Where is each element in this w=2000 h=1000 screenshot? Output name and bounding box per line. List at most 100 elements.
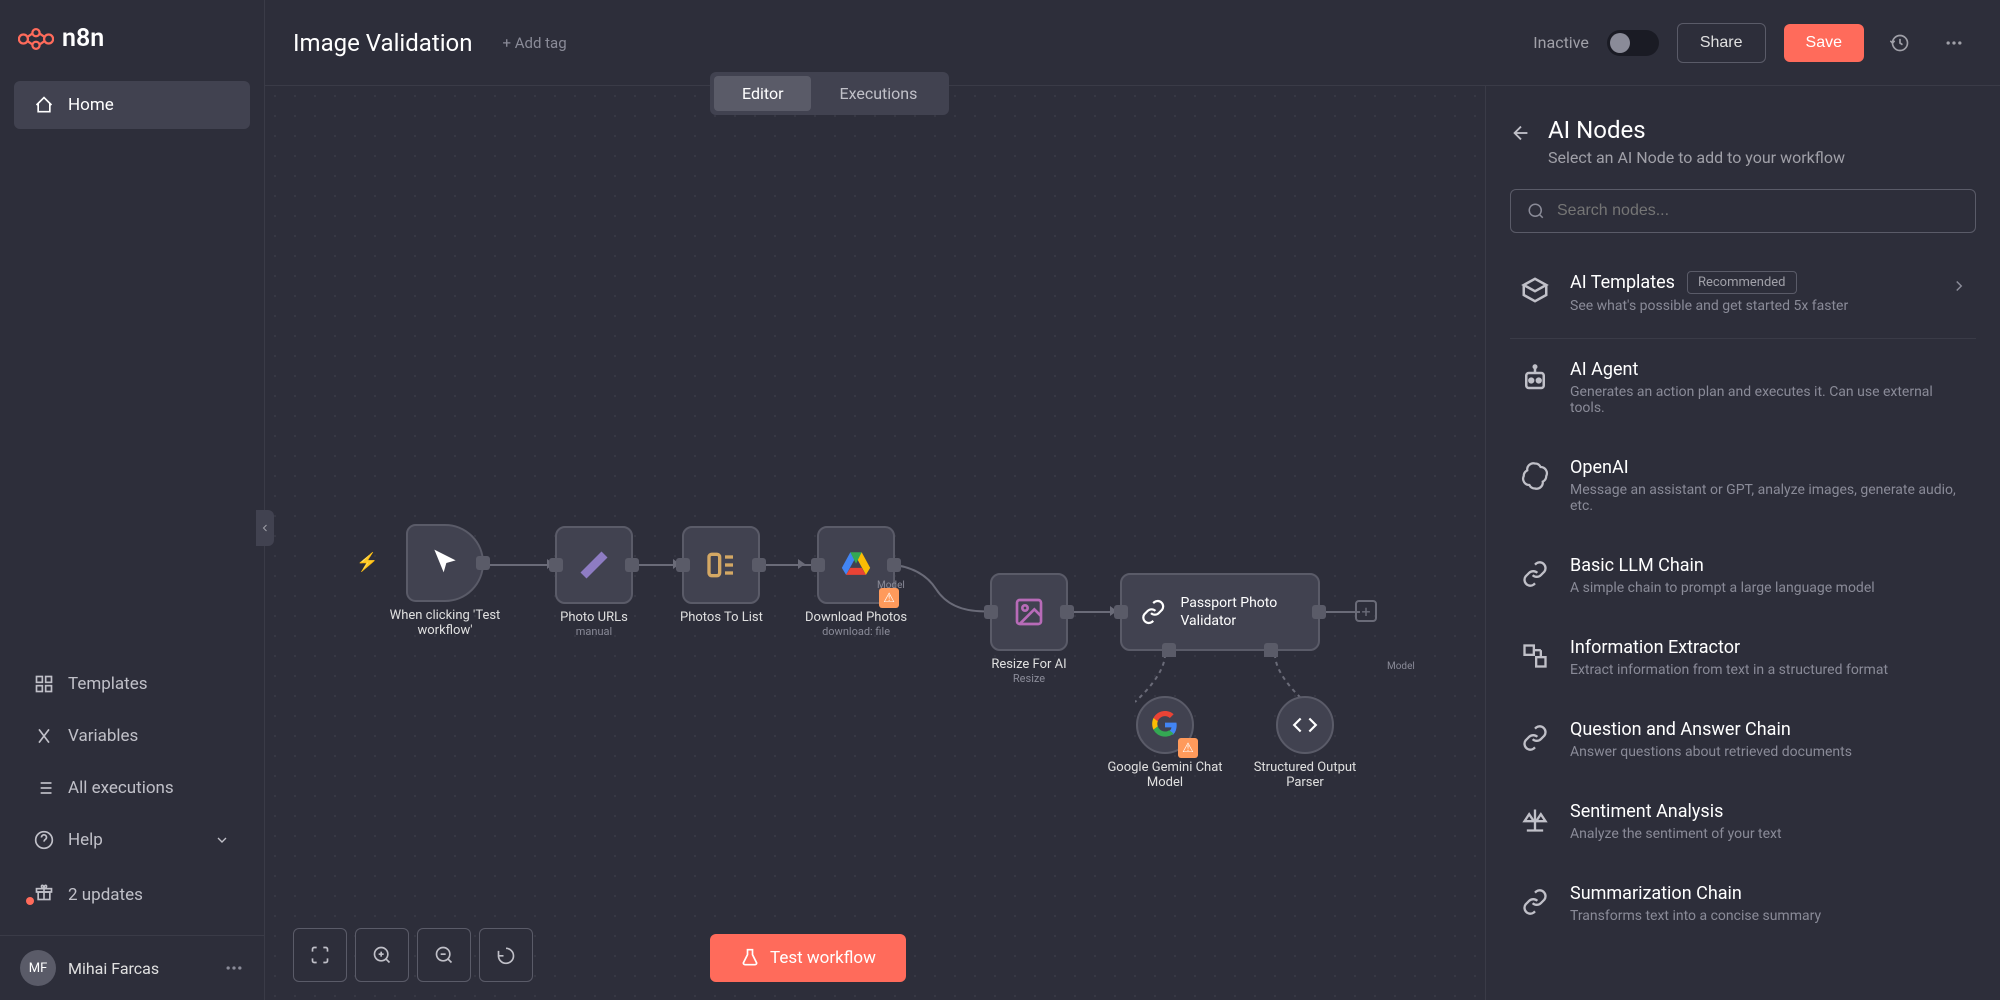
chain-icon: [1140, 597, 1166, 627]
item-title: Question and Answer Chain: [1570, 719, 1791, 740]
node-photos-list[interactable]: Photos To List: [680, 526, 763, 625]
panel-title: AI Nodes: [1548, 116, 1845, 144]
item-desc: Answer questions about retrieved documen…: [1570, 744, 1968, 760]
sidebar-label: Templates: [68, 674, 148, 694]
share-button[interactable]: Share: [1677, 23, 1766, 63]
node-item-summarization[interactable]: Summarization Chain Transforms text into…: [1510, 863, 1976, 945]
history-button[interactable]: [1882, 25, 1918, 61]
status-label: Inactive: [1533, 33, 1589, 52]
test-workflow-button[interactable]: Test workflow: [710, 934, 906, 982]
extract-icon: [1521, 642, 1549, 670]
sidebar-item-help[interactable]: Help: [14, 816, 250, 864]
node-item-basic-llm[interactable]: Basic LLM Chain A simple chain to prompt…: [1510, 535, 1976, 617]
sidebar-item-home[interactable]: Home: [14, 81, 250, 129]
workflow-canvas[interactable]: + ⚡ When clicking 'Test workflow' Photo …: [265, 86, 1485, 1000]
add-tag-button[interactable]: + Add tag: [502, 34, 566, 52]
sidebar-label: Help: [68, 830, 103, 850]
sidebar-label: All executions: [68, 778, 174, 798]
panel-subtitle: Select an AI Node to add to your workflo…: [1548, 148, 1845, 167]
n8n-logo-icon: [18, 25, 54, 53]
search-icon: [1527, 202, 1545, 220]
node-gemini[interactable]: ⚠ Google Gemini Chat Model: [1100, 696, 1230, 790]
port-label: Model: [877, 580, 905, 591]
item-title: Sentiment Analysis: [1570, 801, 1723, 822]
arrow-left-icon: [1510, 122, 1532, 144]
node-item-info-extractor[interactable]: Information Extractor Extract informatio…: [1510, 617, 1976, 699]
node-resize[interactable]: Resize For AI Resize: [990, 573, 1068, 685]
item-title: Information Extractor: [1570, 637, 1740, 658]
tab-editor[interactable]: Editor: [714, 76, 811, 111]
more-icon: [1944, 33, 1964, 53]
chevron-left-icon: [259, 522, 271, 534]
help-icon: [34, 830, 54, 850]
item-desc: Message an assistant or GPT, analyze ima…: [1570, 482, 1968, 514]
save-button[interactable]: Save: [1784, 24, 1864, 62]
node-label: Resize For AI: [991, 657, 1066, 672]
active-toggle[interactable]: [1607, 30, 1659, 56]
tab-executions[interactable]: Executions: [811, 76, 945, 111]
more-icon[interactable]: [224, 958, 244, 978]
sidebar-item-executions[interactable]: All executions: [14, 764, 250, 812]
view-tabs: Editor Executions: [710, 72, 949, 115]
node-trigger[interactable]: ⚡ When clicking 'Test workflow': [380, 524, 510, 638]
robot-icon: [1520, 363, 1550, 393]
sidebar-label: Variables: [68, 726, 138, 746]
chain-icon: [1521, 724, 1549, 752]
node-item-sentiment[interactable]: Sentiment Analysis Analyze the sentiment…: [1510, 781, 1976, 863]
sidebar-item-variables[interactable]: Variables: [14, 712, 250, 760]
user-row[interactable]: MF Mihai Farcas: [0, 935, 264, 1000]
node-item-openai[interactable]: OpenAI Message an assistant or GPT, anal…: [1510, 437, 1976, 535]
canvas-controls: [293, 928, 533, 982]
variables-icon: [34, 726, 54, 746]
item-title: AI Agent: [1570, 359, 1638, 380]
node-label: Photo URLs: [560, 610, 628, 625]
node-item-ai-templates[interactable]: AI Templates Recommended See what's poss…: [1510, 251, 1976, 339]
chevron-down-icon: [214, 832, 230, 848]
node-label: Google Gemini Chat Model: [1100, 760, 1230, 790]
node-validator[interactable]: Passport Photo Validator Model: [1120, 573, 1320, 651]
notification-dot: [26, 897, 34, 905]
list-icon: [34, 778, 54, 798]
split-icon: [705, 549, 737, 581]
expand-icon: [310, 945, 330, 965]
node-item-ai-agent[interactable]: AI Agent Generates an action plan and ex…: [1510, 339, 1976, 437]
chevron-right-icon: [1950, 277, 1968, 299]
home-icon: [34, 95, 54, 115]
node-label: Passport Photo Validator: [1180, 594, 1318, 630]
workflow-title[interactable]: Image Validation: [293, 29, 472, 57]
chain-icon: [1521, 888, 1549, 916]
add-node-button[interactable]: +: [1355, 600, 1377, 622]
node-item-qa-chain[interactable]: Question and Answer Chain Answer questio…: [1510, 699, 1976, 781]
zoom-out-button[interactable]: [417, 928, 471, 982]
node-label: Photos To List: [680, 610, 763, 625]
gift-icon: [34, 882, 54, 902]
node-photo-urls[interactable]: Photo URLs manual: [555, 526, 633, 638]
image-icon: [1013, 596, 1045, 628]
sidebar-item-templates[interactable]: Templates: [14, 660, 250, 708]
sidebar: n8n Home Templates Variables All executi…: [0, 0, 265, 1000]
sidebar-item-updates[interactable]: 2 updates: [14, 868, 250, 921]
sidebar-collapse[interactable]: [256, 510, 274, 546]
port-label: Model: [1387, 661, 1415, 672]
zoom-in-icon: [372, 945, 392, 965]
more-menu-button[interactable]: [1936, 25, 1972, 61]
logo[interactable]: n8n: [0, 0, 264, 77]
node-sublabel: manual: [576, 625, 612, 638]
search-box[interactable]: [1510, 189, 1976, 233]
item-title: OpenAI: [1570, 457, 1629, 478]
templates-icon: [34, 674, 54, 694]
item-desc: See what's possible and get started 5x f…: [1570, 298, 1932, 314]
zoom-in-button[interactable]: [355, 928, 409, 982]
item-title: AI Templates: [1570, 272, 1675, 293]
search-input[interactable]: [1557, 202, 1959, 220]
node-sublabel: download: file: [822, 625, 890, 638]
item-desc: Transforms text into a concise summary: [1570, 908, 1968, 924]
undo-icon: [496, 945, 516, 965]
undo-button[interactable]: [479, 928, 533, 982]
fit-view-button[interactable]: [293, 928, 347, 982]
back-button[interactable]: [1510, 122, 1532, 148]
gdrive-icon: [839, 548, 873, 582]
warning-badge: ⚠: [879, 588, 899, 608]
warning-badge: ⚠: [1178, 738, 1198, 758]
node-parser[interactable]: Structured Output Parser: [1240, 696, 1370, 790]
